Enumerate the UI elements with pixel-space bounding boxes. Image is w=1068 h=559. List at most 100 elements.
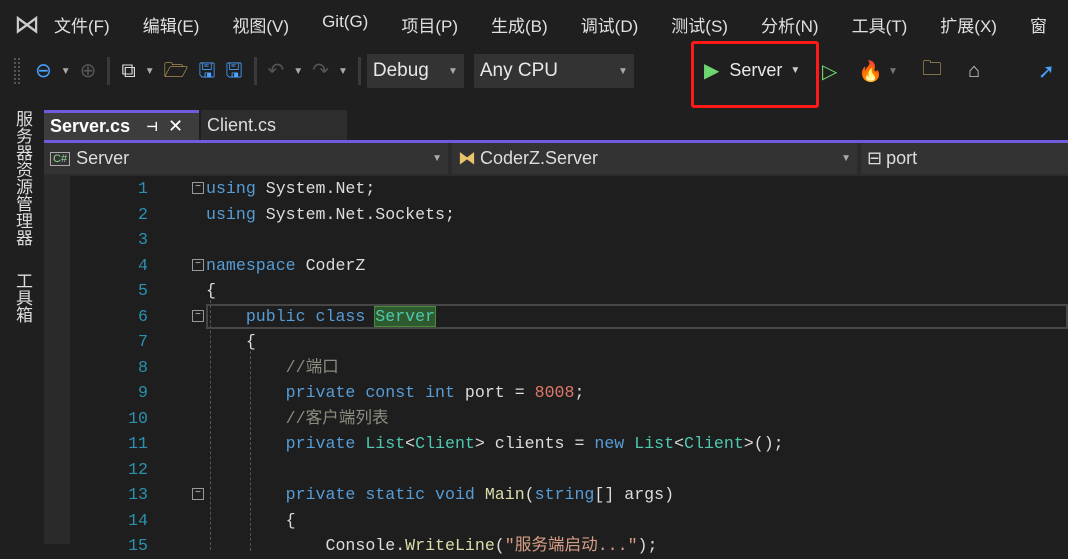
code-token: Client: [415, 434, 475, 453]
collapse-icon[interactable]: −: [192, 309, 204, 322]
code-line[interactable]: 8 //端口: [44, 355, 1068, 381]
menu-item[interactable]: 扩展(X): [940, 12, 997, 37]
menu-bar: ⋈ 文件(F) 编辑(E) 视图(V) Git(G) 项目(P) 生成(B) 调试(D) 测试…: [0, 0, 1068, 48]
code-token: public class: [245, 306, 376, 326]
collapse-icon[interactable]: −: [192, 258, 204, 271]
code-token: private static void: [206, 485, 485, 504]
menu-item[interactable]: 项目(P): [401, 12, 458, 37]
tab-label: Client.cs: [207, 114, 277, 135]
hot-reload-dropdown-icon[interactable]: ▼: [888, 66, 898, 77]
code-line[interactable]: 13 − private static void Main(string[] ar…: [44, 482, 1068, 508]
chevron-down-icon[interactable]: ▼: [790, 65, 800, 76]
code-token: CoderZ: [295, 255, 366, 275]
hot-reload-icon[interactable]: 🔥: [858, 59, 883, 84]
member-dropdown[interactable]: ⊟ port: [861, 143, 1068, 174]
save-icon[interactable]: 🖫: [198, 61, 215, 81]
back-dropdown-icon[interactable]: ▼: [61, 66, 71, 77]
save-all-icon[interactable]: 🖫: [225, 61, 242, 81]
toolbox-tab[interactable]: 工具箱: [10, 272, 35, 323]
redo-dropdown-icon[interactable]: ▼: [338, 66, 348, 77]
collapse-icon[interactable]: −: [192, 488, 204, 500]
menu-item[interactable]: Git(G): [322, 12, 368, 37]
menu-item[interactable]: 分析(N): [761, 12, 819, 37]
type-dropdown[interactable]: ⧓ CoderZ.Server ▼: [452, 143, 857, 174]
redo-icon[interactable]: ↷: [312, 61, 329, 81]
platform-select[interactable]: Any CPU ▼: [473, 54, 634, 88]
start-without-debugging-icon[interactable]: ▷: [822, 59, 837, 84]
code-line[interactable]: 11 private List<Client> clients = new Li…: [44, 431, 1068, 457]
code-token: using: [206, 204, 256, 224]
code-token: {: [206, 281, 216, 300]
chevron-down-icon: ▼: [841, 153, 851, 164]
code-token: //端口: [206, 357, 339, 377]
code-line[interactable]: 10 //客户端列表: [44, 406, 1068, 432]
toolbar-grip[interactable]: [14, 58, 20, 84]
select-element-icon[interactable]: ➚: [1038, 59, 1055, 84]
chevron-down-icon: ▼: [447, 65, 458, 77]
code-text: using System.Net.Sockets;: [206, 202, 455, 228]
project-dropdown[interactable]: C# Server ▼: [44, 143, 448, 174]
start-debugging-button[interactable]: ▶ Server ▼: [691, 41, 819, 108]
code-token: ;: [574, 383, 585, 402]
tab-client-cs[interactable]: Client.cs: [201, 110, 347, 140]
code-line[interactable]: 4 − namespace CoderZ: [44, 253, 1068, 279]
menu-item[interactable]: 生成(B): [491, 12, 548, 37]
server-explorer-tab[interactable]: 服务器资源管理器: [10, 110, 35, 246]
code-token: private const int: [206, 383, 465, 402]
private-field-icon: ⊟: [867, 148, 883, 168]
undo-icon[interactable]: ↶: [268, 61, 285, 81]
tab-server-cs[interactable]: Server.cs ⊣ ✕: [44, 110, 199, 140]
code-line[interactable]: 15 Console.WriteLine("服务端启动...");: [44, 533, 1068, 559]
code-token: List: [365, 434, 406, 453]
run-target-label: Server: [729, 60, 783, 80]
code-token: private: [206, 434, 366, 453]
csharp-icon: C#: [50, 151, 71, 166]
menu-item[interactable]: 调试(D): [581, 12, 639, 37]
close-icon[interactable]: ✕: [168, 116, 183, 137]
open-folder-icon[interactable]: 🗁: [164, 61, 189, 81]
code-text: {: [206, 278, 216, 304]
code-line[interactable]: 12: [44, 457, 1068, 483]
code-token: using: [206, 179, 256, 198]
code-token: Main: [484, 485, 525, 504]
forward-icon[interactable]: ⊕: [80, 61, 97, 81]
undo-dropdown-icon[interactable]: ▼: [293, 66, 303, 77]
browser-home-icon[interactable]: ⌂: [968, 60, 980, 83]
new-project-icon[interactable]: ⧉: [121, 61, 135, 81]
code-text: namespace CoderZ: [206, 253, 365, 279]
code-line[interactable]: 1 − using System.Net;: [44, 176, 1068, 202]
menu-item[interactable]: 编辑(E): [143, 12, 200, 37]
collapse-icon[interactable]: −: [192, 182, 204, 194]
menu-item[interactable]: 测试(S): [671, 12, 728, 37]
type-value: CoderZ.Server: [480, 148, 599, 168]
line-number: 3: [138, 230, 148, 249]
chevron-down-icon: ▼: [617, 65, 628, 77]
pin-icon[interactable]: ⊣: [146, 119, 158, 135]
code-token: List: [634, 434, 675, 453]
namespace-icon: ⧓: [458, 148, 476, 168]
code-line[interactable]: 2 using System.Net.Sockets;: [44, 202, 1068, 228]
code-line[interactable]: 3: [44, 227, 1068, 253]
line-number: 12: [128, 459, 148, 479]
back-icon[interactable]: ⊖: [35, 61, 52, 81]
configuration-select[interactable]: Debug ▼: [366, 54, 464, 88]
new-dropdown-icon[interactable]: ▼: [145, 66, 155, 77]
menu-item[interactable]: 工具(T): [852, 12, 908, 37]
code-line[interactable]: 14 {: [44, 508, 1068, 534]
toolbar: ⊖ ▼ ⊕ ⧉ ▼ 🗁 🖫 🖫 ↶ ▼ ↷ ▼ Debug ▼ Any CPU ▼ ▷ 🔥 …: [0, 52, 1068, 90]
configuration-value: Debug: [372, 60, 429, 81]
code-line[interactable]: 9 private const int port = 8008;: [44, 380, 1068, 406]
menu-item[interactable]: 视图(V): [232, 12, 289, 37]
menu-item[interactable]: 文件(F): [54, 12, 110, 37]
find-in-folder-icon[interactable]: 🗀: [922, 54, 942, 88]
code-line[interactable]: 6 − public class Server: [44, 303, 1068, 330]
line-number: 8: [138, 357, 148, 377]
code-editor[interactable]: 1− using System.Net; 2 using System.Net.Soc…: [44, 176, 1068, 555]
menu-item[interactable]: 窗: [1030, 12, 1047, 37]
code-text: using System.Net;: [206, 176, 375, 202]
code-line[interactable]: 5{: [44, 278, 1068, 304]
code-line[interactable]: 7 {: [44, 329, 1068, 355]
code-token: string: [534, 485, 595, 504]
project-value: Server: [76, 148, 130, 168]
